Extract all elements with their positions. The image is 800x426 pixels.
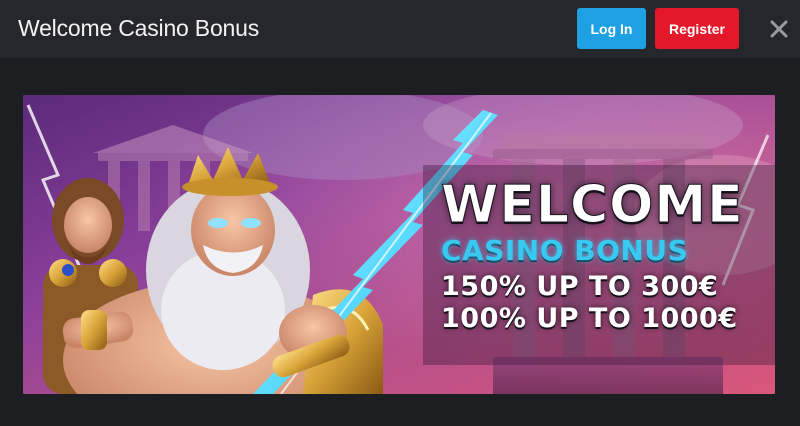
- register-button[interactable]: Register: [655, 8, 739, 49]
- promo-banner[interactable]: WELCOME CASINO BONUS 150% UP TO 300€ 100…: [23, 95, 775, 394]
- promo-text: WELCOME CASINO BONUS 150% UP TO 300€ 100…: [441, 175, 771, 334]
- promo-offer-2: 100% UP TO 1000€: [441, 303, 738, 334]
- promo-offer-1: 150% UP TO 300€: [441, 271, 719, 302]
- login-button[interactable]: Log In: [577, 8, 646, 49]
- modal-header: Welcome Casino Bonus Log In Register: [0, 0, 800, 58]
- close-icon[interactable]: [765, 15, 793, 43]
- promo-headline: WELCOME: [441, 175, 744, 235]
- promo-subheadline: CASINO BONUS: [441, 234, 689, 267]
- modal-title: Welcome Casino Bonus: [18, 15, 260, 41]
